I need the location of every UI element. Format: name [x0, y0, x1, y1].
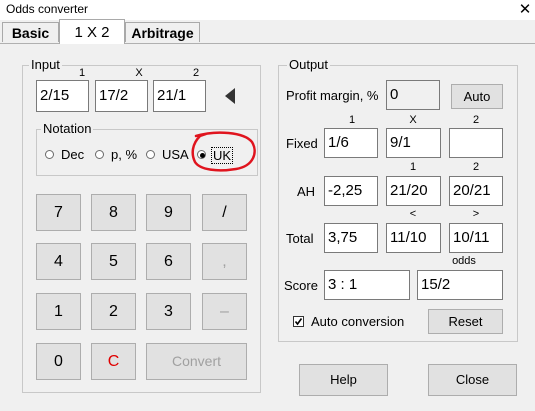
key-1[interactable]: 1 [36, 293, 81, 330]
notation-label-p: p, % [111, 147, 138, 162]
score-field[interactable]: 3 : 1 [324, 270, 410, 300]
key-0[interactable]: 0 [36, 343, 81, 380]
ah-2-field[interactable]: 20/21 [449, 176, 503, 206]
fixed-2-field[interactable] [449, 128, 503, 158]
total-over-field[interactable]: 10/11 [449, 223, 503, 253]
fixed-col-label-1: 1 [348, 114, 356, 126]
radio-circle[interactable] [45, 150, 54, 159]
ah-label: AH [297, 184, 316, 199]
input-odds-x[interactable]: 17/2 [95, 80, 148, 112]
ah-1-field[interactable]: 21/20 [386, 176, 441, 206]
fixed-col-label-x: X [409, 114, 417, 126]
profit-margin-field[interactable]: 0 [386, 80, 440, 110]
auto-button[interactable]: Auto [451, 84, 503, 109]
window-title: Odds converter [6, 2, 89, 16]
tab-arbitrage[interactable]: Arbitrage [125, 22, 200, 42]
reset-button[interactable]: Reset [428, 309, 503, 334]
tab-basic[interactable]: Basic [2, 22, 59, 42]
score-odds-field[interactable]: 15/2 [417, 270, 503, 300]
ah-col-label-2: 2 [472, 161, 480, 173]
key-2[interactable]: 2 [91, 293, 136, 330]
auto-conversion-label: Auto conversion [311, 314, 405, 329]
help-button[interactable]: Help [299, 364, 388, 396]
key-4[interactable]: 4 [36, 243, 81, 280]
notation-label-dec: Dec [61, 147, 85, 162]
key-divide[interactable]: / [202, 194, 247, 231]
fixed-col-label-2: 2 [472, 114, 480, 126]
total-col-label-under: < [409, 208, 417, 220]
key-3[interactable]: 3 [146, 293, 191, 330]
auto-conversion-checkbox[interactable] [293, 316, 304, 327]
score-odds-label: odds [452, 255, 476, 267]
fixed-1-field[interactable]: 1/6 [324, 128, 378, 158]
profit-margin-label: Profit margin, % [286, 88, 379, 103]
input-col-label-x: X [135, 67, 143, 79]
notation-label-usa: USA [162, 147, 189, 162]
tab-1x2[interactable]: 1 X 2 [59, 19, 125, 44]
key-5[interactable]: 5 [91, 243, 136, 280]
checkmark-icon [294, 318, 303, 326]
key-9[interactable]: 9 [146, 194, 191, 231]
window-close-button[interactable]: ✕ [516, 0, 534, 18]
key-8[interactable]: 8 [91, 194, 136, 231]
total-label: Total [286, 231, 314, 246]
ah-handicap-field[interactable]: -2,25 [324, 176, 378, 206]
key-clear[interactable]: C [91, 343, 136, 380]
score-label: Score [284, 278, 318, 293]
input-col-label-1: 1 [78, 67, 86, 79]
key-minus[interactable]: – [202, 293, 247, 330]
total-under-field[interactable]: 11/10 [386, 223, 441, 253]
key-6[interactable]: 6 [146, 243, 191, 280]
input-col-label-2: 2 [192, 67, 200, 79]
convert-button[interactable]: Convert [146, 343, 247, 380]
total-col-label-over: > [472, 208, 480, 220]
ah-col-label-1: 1 [409, 161, 417, 173]
fixed-x-field[interactable]: 9/1 [386, 128, 441, 158]
output-group-label: Output [287, 57, 331, 72]
close-button[interactable]: Close [428, 364, 517, 396]
red-circle-annotation [191, 131, 256, 172]
radio-circle[interactable] [146, 150, 155, 159]
key-comma[interactable]: , [202, 243, 247, 280]
radio-circle[interactable] [95, 150, 104, 159]
input-odds-2[interactable]: 21/1 [153, 80, 206, 112]
arrow-left-icon[interactable] [224, 87, 236, 105]
fixed-label: Fixed [286, 136, 318, 151]
notation-group-label: Notation [41, 121, 94, 136]
key-7[interactable]: 7 [36, 194, 81, 231]
input-odds-1[interactable]: 2/15 [36, 80, 89, 112]
total-line-field[interactable]: 3,75 [324, 223, 378, 253]
